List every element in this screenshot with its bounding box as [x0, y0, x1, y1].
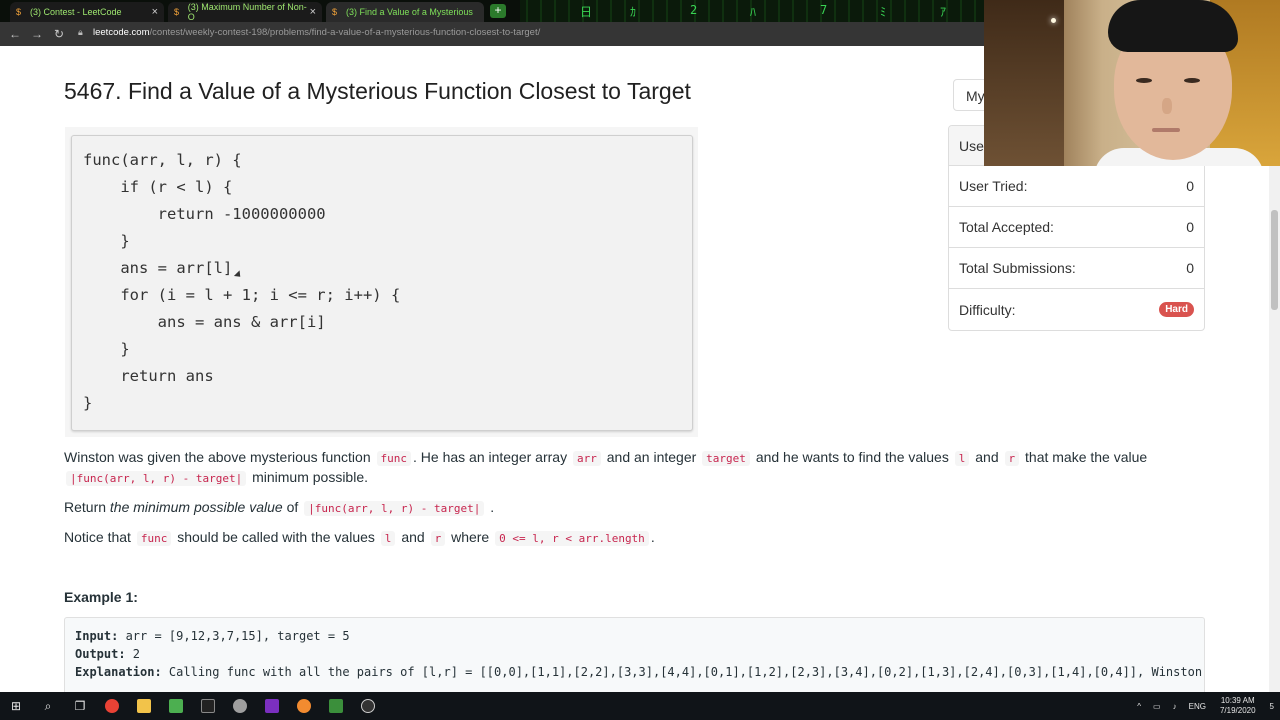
code-line: }	[83, 232, 130, 250]
new-tab-button[interactable]: +	[490, 4, 506, 18]
page-title: 5467. Find a Value of a Mysterious Funct…	[64, 78, 691, 104]
stats-row-total-submissions: Total Submissions: 0	[949, 248, 1204, 289]
notifications-icon[interactable]: 5	[1270, 702, 1274, 711]
language-indicator[interactable]: ENG	[1189, 702, 1206, 711]
app-icon[interactable]	[224, 692, 256, 720]
task-view-icon[interactable]: ❐	[64, 692, 96, 720]
description-paragraph: Winston was given the above mysterious f…	[64, 449, 1148, 466]
code-line: }	[83, 394, 93, 412]
windows-start-icon[interactable]: ⊞	[0, 692, 32, 720]
onenote-icon[interactable]	[256, 692, 288, 720]
webcam-overlay	[984, 0, 1280, 166]
code-line: ans = arr[l]	[83, 259, 233, 277]
inline-code: 0 <= l, r < arr.length	[495, 531, 649, 546]
close-icon[interactable]: ×	[152, 6, 158, 18]
file-explorer-icon[interactable]	[128, 692, 160, 720]
notepad-icon[interactable]	[160, 692, 192, 720]
scrollbar-thumb[interactable]	[1271, 210, 1278, 310]
inline-code: |func(arr, l, r) - target|	[66, 471, 247, 486]
inline-code: |func(arr, l, r) - target|	[304, 501, 485, 516]
stats-row-difficulty: Difficulty: Hard	[949, 289, 1204, 330]
taskbar: ⊞ ⌕ ❐	[0, 692, 1280, 720]
reload-icon[interactable]: ↻	[48, 27, 70, 41]
notice-paragraph: Notice that func should be called with t…	[64, 529, 655, 546]
terminal-icon[interactable]	[192, 692, 224, 720]
stats-row-total-accepted: Total Accepted: 0	[949, 207, 1204, 248]
leetcode-icon: $	[332, 6, 338, 17]
leetcode-icon: $	[16, 6, 22, 17]
url-host: leetcode.com	[93, 27, 150, 38]
editor-icon[interactable]	[320, 692, 352, 720]
lock-icon: 🔒︎	[78, 27, 83, 37]
network-icon[interactable]: ▭	[1153, 702, 1161, 711]
leetcode-icon: $	[174, 6, 180, 17]
obs-icon[interactable]	[352, 692, 384, 720]
example-heading: Example 1:	[64, 589, 138, 605]
url-field[interactable]: 🔒︎ leetcode.com /contest/weekly-contest-…	[78, 27, 540, 38]
inline-code: l	[954, 451, 970, 466]
return-paragraph: Return the minimum possible value of |fu…	[64, 499, 495, 516]
chrome-active-icon[interactable]	[288, 692, 320, 720]
tab-title: (3) Contest - LeetCode	[30, 7, 122, 17]
clock[interactable]: 10:39 AM 7/19/2020	[1220, 696, 1256, 716]
tab-find-value[interactable]: $ (3) Find a Value of a Mysterious	[326, 2, 484, 22]
code-line: if (r < l) {	[83, 178, 233, 196]
description-paragraph-cont: |func(arr, l, r) - target| minimum possi…	[64, 467, 368, 489]
difficulty-badge: Hard	[1159, 302, 1194, 317]
code-line: for (i = l + 1; i <= r; i++) {	[83, 286, 401, 304]
back-icon[interactable]: ←	[4, 27, 26, 41]
tab-maximum-number[interactable]: $ (3) Maximum Number of Non-O ×	[168, 2, 322, 22]
example-block: Input: arr = [9,12,3,7,15], target = 5 O…	[64, 617, 1205, 697]
inline-code: func	[136, 531, 172, 546]
volume-icon[interactable]: ♪	[1173, 702, 1177, 711]
inline-code: func	[376, 451, 411, 466]
tab-contest[interactable]: $ (3) Contest - LeetCode ×	[10, 2, 164, 22]
inline-code: target	[702, 451, 750, 466]
code-line: func(arr, l, r) {	[83, 151, 242, 169]
inline-code: r	[430, 531, 446, 546]
code-line: }	[83, 340, 130, 358]
stats-row-user-tried: User Tried: 0	[949, 166, 1204, 207]
example-input: Input: arr = [9,12,3,7,15], target = 5	[75, 629, 350, 643]
inline-code: r	[1004, 451, 1020, 466]
search-icon[interactable]: ⌕	[32, 692, 64, 720]
code-line: ans = ans & arr[i]	[83, 313, 326, 331]
inline-code: arr	[572, 451, 601, 466]
example-output: Output: 2	[75, 647, 141, 661]
example-explanation: Explanation: Calling func with all the p…	[75, 665, 1205, 679]
inline-code: l	[380, 531, 396, 546]
tab-title: (3) Maximum Number of Non-O	[187, 2, 307, 22]
close-icon[interactable]: ×	[310, 6, 316, 18]
chevron-up-icon[interactable]: ^	[1137, 702, 1141, 711]
system-tray: ^ ▭ ♪ ENG 10:39 AM 7/19/2020 5	[1131, 692, 1280, 720]
tab-title: (3) Find a Value of a Mysterious	[346, 7, 473, 17]
code-line: return ans	[83, 367, 214, 385]
url-path: /contest/weekly-contest-198/problems/fin…	[149, 27, 541, 38]
forward-icon[interactable]: →	[26, 27, 48, 41]
code-line: return -1000000000	[83, 205, 326, 223]
chrome-icon[interactable]	[96, 692, 128, 720]
